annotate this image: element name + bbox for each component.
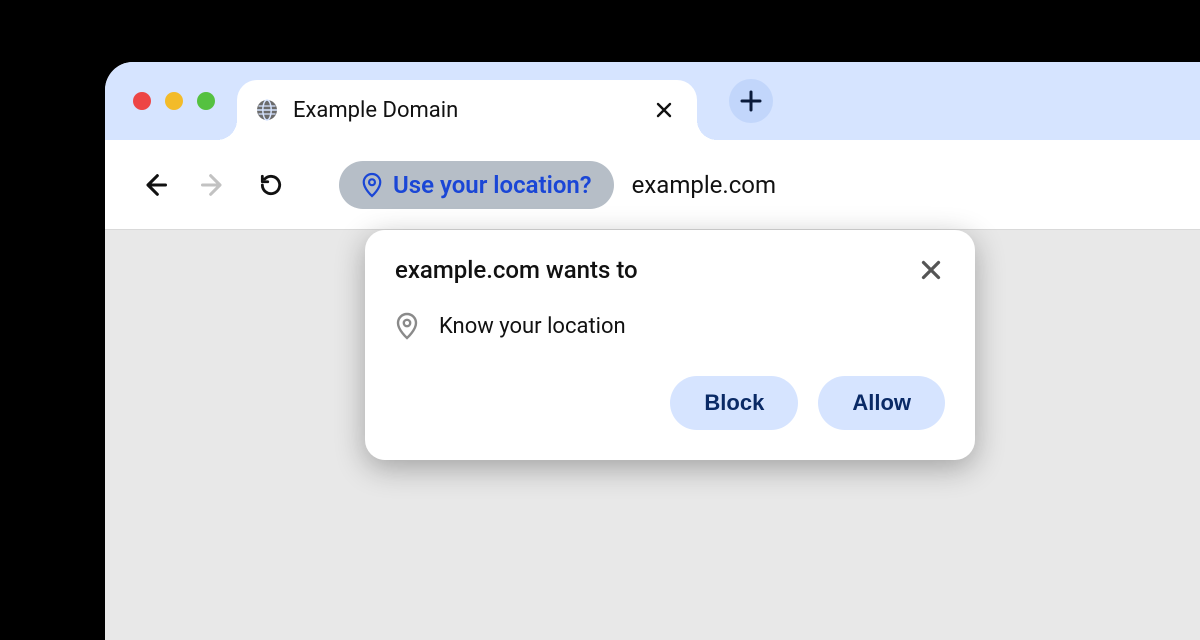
window-close-button[interactable] (133, 92, 151, 110)
popover-permission-row: Know your location (395, 306, 945, 354)
window-zoom-button[interactable] (197, 92, 215, 110)
browser-tab[interactable]: Example Domain (237, 80, 697, 140)
url-text: example.com (632, 171, 776, 199)
permission-popover: example.com wants to Know your location (365, 230, 975, 460)
tab-strip: Example Domain (105, 62, 1200, 140)
popover-title: example.com wants to (395, 256, 638, 284)
popover-close-button[interactable] (917, 256, 945, 284)
back-button[interactable] (135, 165, 175, 205)
location-pin-icon (395, 312, 419, 340)
page-content: example.com wants to Know your location (105, 230, 1200, 640)
window-controls (133, 92, 215, 110)
reload-button[interactable] (251, 165, 291, 205)
tab-title: Example Domain (293, 98, 458, 123)
new-tab-button[interactable] (729, 79, 773, 123)
allow-button[interactable]: Allow (818, 376, 945, 430)
block-button[interactable]: Block (670, 376, 798, 430)
tab-close-button[interactable] (653, 99, 675, 121)
permission-chip[interactable]: Use your location? (339, 161, 614, 209)
location-pin-icon (361, 172, 383, 198)
globe-icon (255, 98, 279, 122)
popover-header: example.com wants to (395, 256, 945, 284)
window-minimize-button[interactable] (165, 92, 183, 110)
popover-actions: Block Allow (395, 376, 945, 430)
popover-permission-text: Know your location (439, 314, 626, 339)
address-bar[interactable]: Use your location? example.com (339, 161, 776, 209)
browser-window: Example Domain (105, 62, 1200, 640)
forward-button[interactable] (193, 165, 233, 205)
permission-chip-label: Use your location? (393, 171, 592, 199)
toolbar: Use your location? example.com (105, 140, 1200, 230)
